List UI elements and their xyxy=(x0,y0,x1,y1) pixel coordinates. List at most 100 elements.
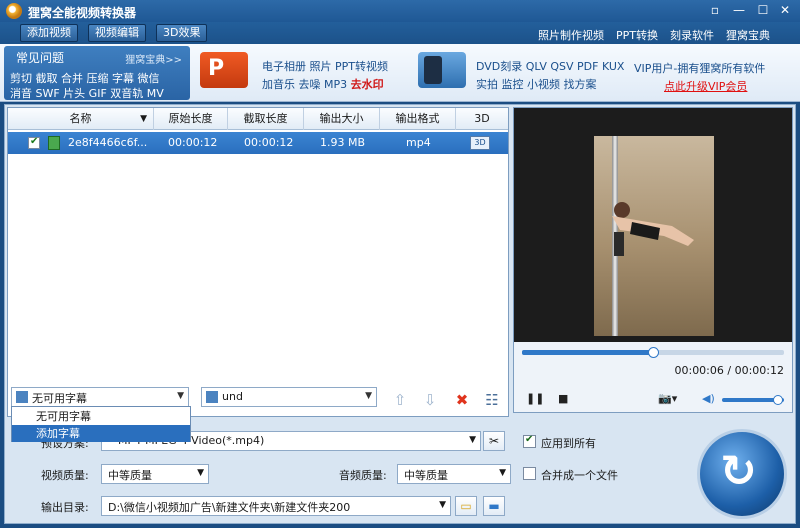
snapshot-icon[interactable]: 📷▾ xyxy=(658,392,677,405)
col-name-label: 名称 xyxy=(69,112,92,125)
faq-title[interactable]: 常见问题 xyxy=(16,49,64,66)
volume-icon[interactable]: ◀) xyxy=(702,392,715,405)
main-toolbar: 添加视频 视频编辑 3D效果 照片制作视频 PPT转换 刻录软件 狸窝宝典 xyxy=(0,22,800,44)
3d-icon[interactable]: 3D xyxy=(470,136,490,150)
volume-handle[interactable] xyxy=(772,395,783,405)
pause-button[interactable]: ❚❚ xyxy=(526,392,544,405)
chevron-down-icon[interactable]: ▼ xyxy=(365,391,372,401)
output-label: 输出目录: xyxy=(41,501,89,514)
banner-links-dvd[interactable]: DVD刻录 QLV QSV PDF KUX xyxy=(476,58,624,74)
faq-links-line2[interactable]: 消音 SWF 片头 GIF 双音轨 MV xyxy=(10,85,164,101)
row-size: 1.93 MB xyxy=(320,136,366,149)
output-path-field[interactable]: D:\微信小视频加广告\新建文件夹\新建文件夹200 ▼ xyxy=(101,496,451,516)
faq-links-line1[interactable]: 剪切 截取 合并 压缩 字幕 微信 xyxy=(10,70,159,86)
apply-all-checkbox[interactable] xyxy=(523,434,536,448)
person-image xyxy=(612,202,694,256)
apply-all-label: 应用到所有 xyxy=(541,437,596,450)
output-path-value: D:\微信小视频加广告\新建文件夹\新建文件夹200 xyxy=(108,501,351,514)
player-controls: 00:00:06 / 00:00:12 ❚❚ ■ 📷▾ ◀) xyxy=(514,342,792,412)
chevron-down-icon[interactable]: ▼ xyxy=(177,391,184,401)
chevron-down-icon[interactable]: ▼ xyxy=(197,468,204,478)
time-display: 00:00:06 / 00:00:12 xyxy=(674,364,784,377)
subtitle-option-add[interactable]: 添加字幕 xyxy=(12,425,190,442)
window-title: 狸窝全能视频转换器 xyxy=(28,6,137,20)
stop-button[interactable]: ■ xyxy=(558,392,568,405)
audio-track-value: und xyxy=(222,390,243,403)
merge-label: 合并成一个文件 xyxy=(541,469,618,482)
close-button[interactable]: ✕ xyxy=(776,2,794,18)
banner-audio-text[interactable]: 加音乐 去噪 MP3 xyxy=(262,78,351,91)
restore-icon[interactable]: ▫ xyxy=(706,2,724,18)
convert-arrow-icon: ↻ xyxy=(720,446,757,497)
faq-box: 常见问题 狸窝宝典>> 剪切 截取 合并 压缩 字幕 微信 消音 SWF 片头 … xyxy=(4,46,190,100)
open-folder-icon[interactable]: ▬ xyxy=(483,496,505,516)
file-list[interactable]: 名称 ▼ 原始长度 截取长度 输出大小 输出格式 3D 2e8f4466c6f.… xyxy=(7,107,509,417)
title-bar: 狸窝全能视频转换器 ▫ — ☐ ✕ xyxy=(0,0,800,22)
sort-arrow-icon[interactable]: ▼ xyxy=(140,108,147,130)
promo-banner: 常见问题 狸窝宝典>> 剪切 截取 合并 压缩 字幕 微信 消音 SWF 片头 … xyxy=(0,44,800,102)
banner-links-misc[interactable]: 实拍 监控 小视频 找方案 xyxy=(476,76,597,92)
row-checkbox[interactable] xyxy=(28,136,40,149)
banner-links-album[interactable]: 电子相册 照片 PPT转视频 xyxy=(262,58,388,74)
app-logo-icon xyxy=(6,3,22,19)
col-orig-length[interactable]: 原始长度 xyxy=(154,108,228,130)
minimize-button[interactable]: — xyxy=(730,2,748,18)
link-liwo-guide[interactable]: 狸窝宝典 xyxy=(726,27,770,43)
volume-slider[interactable] xyxy=(722,395,784,405)
video-quality-select[interactable]: 中等质量 ▼ xyxy=(101,464,209,484)
clear-list-icon[interactable]: ☷ xyxy=(481,390,503,410)
row-cut-length: 00:00:12 xyxy=(244,136,294,149)
audio-track-select[interactable]: und ▼ xyxy=(201,387,377,407)
subtitle-option-none[interactable]: 无可用字幕 xyxy=(12,408,190,425)
seek-handle[interactable] xyxy=(648,347,659,358)
banner-links-audio[interactable]: 加音乐 去噪 MP3 去水印 xyxy=(262,76,384,92)
chevron-down-icon[interactable]: ▼ xyxy=(469,435,476,445)
link-photo-video[interactable]: 照片制作视频 xyxy=(538,27,604,43)
remove-watermark-link[interactable]: 去水印 xyxy=(351,78,384,91)
maximize-button[interactable]: ☐ xyxy=(754,2,772,18)
col-3d[interactable]: 3D xyxy=(456,108,508,130)
row-orig-length: 00:00:12 xyxy=(168,136,218,149)
audio-quality-value: 中等质量 xyxy=(404,469,448,482)
merge-checkbox[interactable] xyxy=(523,467,536,480)
col-output-format[interactable]: 输出格式 xyxy=(380,108,456,130)
subtitle-dropdown[interactable]: 无可用字幕 添加字幕 xyxy=(11,406,191,442)
table-row[interactable]: 2e8f4466c6f... 00:00:12 00:00:12 1.93 MB… xyxy=(8,132,508,154)
video-quality-label: 视频质量: xyxy=(41,469,89,482)
seek-bar[interactable] xyxy=(522,347,784,358)
row-format: mp4 xyxy=(406,136,431,149)
link-ppt-convert[interactable]: PPT转换 xyxy=(616,27,658,43)
3d-effect-button[interactable]: 3D效果 xyxy=(156,24,208,42)
audio-track-icon xyxy=(206,391,218,403)
browse-folder-icon[interactable]: ▭ xyxy=(455,496,477,516)
convert-button[interactable]: ↻ xyxy=(697,429,787,519)
chevron-down-icon[interactable]: ▼ xyxy=(439,500,446,510)
edit-video-button[interactable]: 视频编辑 xyxy=(88,24,146,42)
settings-tool-icon[interactable]: ✂ xyxy=(483,431,505,451)
subtitle-icon xyxy=(16,391,28,403)
subtitle-select[interactable]: 无可用字幕 ▼ xyxy=(11,387,189,407)
audio-quality-select[interactable]: 中等质量 ▼ xyxy=(397,464,511,484)
audio-quality-label: 音频质量: xyxy=(339,469,387,482)
phone-dvd-icon[interactable] xyxy=(418,52,466,88)
col-output-size[interactable]: 输出大小 xyxy=(304,108,380,130)
video-preview: 00:00:06 / 00:00:12 ❚❚ ■ 📷▾ ◀) xyxy=(513,107,793,413)
video-quality-value: 中等质量 xyxy=(108,469,152,482)
move-down-icon[interactable]: ⇩ xyxy=(419,390,441,410)
faq-more-link[interactable]: 狸窝宝典>> xyxy=(125,51,182,66)
delete-icon[interactable]: ✖ xyxy=(451,390,473,410)
ppt-icon[interactable] xyxy=(200,52,248,88)
link-burn-software[interactable]: 刻录软件 xyxy=(670,27,714,43)
move-up-icon[interactable]: ⇧ xyxy=(389,390,411,410)
col-cut-length[interactable]: 截取长度 xyxy=(228,108,304,130)
list-header: 名称 ▼ 原始长度 截取长度 输出大小 输出格式 3D xyxy=(8,108,508,130)
col-name[interactable]: 名称 ▼ xyxy=(8,108,154,130)
vip-text: VIP用户-拥有狸窝所有软件 xyxy=(634,62,766,75)
vip-upgrade-link[interactable]: 点此升级VIP会员 xyxy=(664,78,747,94)
add-video-button[interactable]: 添加视频 xyxy=(20,24,78,42)
chevron-down-icon[interactable]: ▼ xyxy=(499,468,506,478)
row-name: 2e8f4466c6f... xyxy=(68,136,148,149)
video-frame xyxy=(594,136,714,336)
main-area: 名称 ▼ 原始长度 截取长度 输出大小 输出格式 3D 2e8f4466c6f.… xyxy=(4,104,796,524)
seek-fill xyxy=(522,350,653,355)
